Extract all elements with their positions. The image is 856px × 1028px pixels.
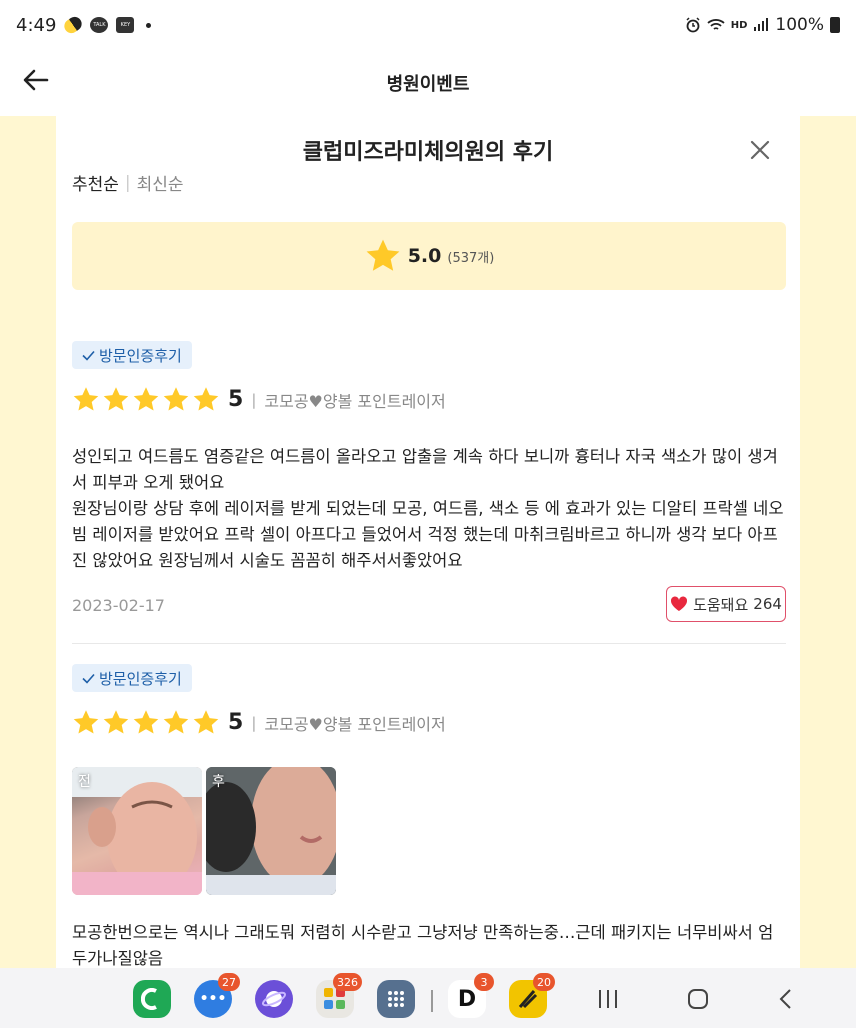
star-rating: [72, 709, 220, 736]
messages-app-icon[interactable]: ••• 27: [194, 973, 240, 1018]
average-rating: 5.0: [407, 245, 442, 267]
key-icon: KEY: [116, 17, 135, 33]
star-icon: [133, 710, 159, 734]
review-text: 모공한번으로는 역시나 그래도뭐 저렴히 시수랃고 그냥저냥 만족하는중…근데 …: [72, 923, 774, 968]
star-icon: [366, 239, 400, 271]
helpful-label: 도움돼요: [693, 595, 749, 614]
back-arrow-icon: [23, 69, 49, 91]
verified-visit-badge: 방문인증후기: [72, 664, 192, 692]
notification-dot-icon: [146, 22, 152, 28]
badge-label: 방문인증후기: [99, 669, 182, 688]
nav-back-button[interactable]: [774, 987, 798, 1011]
notification-badge: 326: [333, 973, 362, 991]
star-icon: [73, 710, 99, 734]
star-rating: [72, 386, 220, 413]
before-label: 전: [78, 774, 91, 790]
sort-recommended-tab[interactable]: 추천순: [72, 170, 119, 195]
star-icon: [103, 710, 129, 734]
product-name: 코모공♥양볼 포인트레이저: [264, 391, 446, 411]
status-bar: 4:49 TALK KEY HD 100%: [0, 0, 856, 50]
recents-button[interactable]: [596, 988, 620, 1010]
home-icon: [688, 989, 708, 1009]
star-icon: [103, 387, 129, 411]
close-icon: [750, 140, 770, 160]
star-icon: [73, 387, 99, 411]
app-drawer-icon[interactable]: [377, 980, 415, 1018]
signal-icon: [754, 18, 769, 31]
after-label: 후: [212, 774, 225, 790]
sort-latest-tab[interactable]: 최신순: [137, 170, 184, 195]
alarm-icon: [686, 17, 700, 33]
battery-icon: [830, 17, 840, 33]
check-icon: [82, 673, 95, 684]
back-button[interactable]: [20, 64, 52, 96]
app-header: 병원이벤트: [0, 50, 856, 116]
score-separator: |: [251, 713, 257, 732]
check-icon: [82, 350, 95, 361]
home-button[interactable]: [686, 987, 710, 1011]
messages-glyph-icon: •••: [199, 991, 227, 1007]
recents-icon: [599, 990, 617, 1008]
before-photo[interactable]: 전: [72, 767, 202, 895]
badge-label: 방문인증후기: [99, 346, 182, 365]
star-icon: [133, 387, 159, 411]
yellow-app-icon[interactable]: 20: [509, 973, 555, 1018]
navigation-bar: ••• 27 326 D 3 20: [0, 968, 856, 1028]
d-letter: D: [457, 986, 477, 1012]
internet-app-icon[interactable]: [255, 980, 293, 1018]
battery-percent: 100%: [775, 15, 824, 35]
verified-visit-badge: 방문인증후기: [72, 341, 192, 369]
notification-badge: 20: [533, 973, 555, 991]
face-photo-illustration: [72, 767, 202, 895]
planet-icon: [261, 991, 287, 1007]
product-name: 코모공♥양볼 포인트레이저: [264, 714, 446, 734]
score-separator: |: [251, 390, 257, 409]
grid-dots-icon: [388, 991, 404, 1007]
nav-back-icon: [779, 989, 791, 1009]
phone-app-icon[interactable]: [133, 980, 171, 1018]
star-icon: [163, 710, 189, 734]
modal-title: 클럽미즈라미체의원의 후기: [302, 140, 554, 165]
heart-icon: [671, 596, 688, 611]
after-photo[interactable]: 후: [206, 767, 336, 895]
hd-voice-icon: HD: [730, 19, 748, 31]
d-app-icon[interactable]: D 3: [448, 973, 494, 1018]
notification-badge: 27: [218, 973, 240, 991]
brush-icon: [518, 990, 538, 1009]
sort-tabs: 추천순 | 최신순: [72, 170, 184, 196]
review-rating-row: 5 | 코모공♥양볼 포인트레이저: [72, 709, 446, 736]
review-score: 5: [228, 387, 244, 412]
review-divider: [72, 643, 786, 644]
app-folder-icon[interactable]: 326: [316, 973, 362, 1018]
status-left: 4:49 TALK KEY: [16, 14, 152, 36]
status-time: 4:49: [16, 14, 57, 36]
review-score: 5: [228, 710, 244, 735]
dock-separator: [431, 990, 433, 1012]
star-icon: [193, 387, 219, 411]
close-button[interactable]: [746, 136, 774, 164]
helpful-count: 264: [753, 595, 782, 613]
notification-badge: 3: [474, 973, 494, 991]
face-photo-illustration: [206, 767, 336, 895]
reviews-modal: 클럽미즈라미체의원의 후기 추천순 | 최신순 5.0 (537개) 방문인증후…: [56, 116, 800, 968]
review-rating-row: 5 | 코모공♥양볼 포인트레이저: [72, 386, 446, 413]
talk-icon: TALK: [90, 17, 109, 33]
page-title: 병원이벤트: [386, 74, 470, 95]
phone-glyph-icon: [141, 988, 157, 1010]
wifi-icon: [707, 19, 725, 30]
status-right: HD 100%: [685, 15, 840, 35]
star-icon: [193, 710, 219, 734]
sort-divider: |: [124, 172, 131, 193]
review-date: 2023-02-17: [72, 596, 165, 615]
star-icon: [163, 387, 189, 411]
review-text: 성인되고 여드름도 염증같은 여드름이 올라오고 압출을 계속 하다 보니까 흉…: [72, 447, 784, 570]
rating-summary: 5.0 (537개): [72, 222, 786, 290]
review-count: (537개): [447, 250, 495, 266]
pill-icon: [62, 14, 85, 36]
helpful-button[interactable]: 도움돼요 264: [666, 586, 786, 622]
